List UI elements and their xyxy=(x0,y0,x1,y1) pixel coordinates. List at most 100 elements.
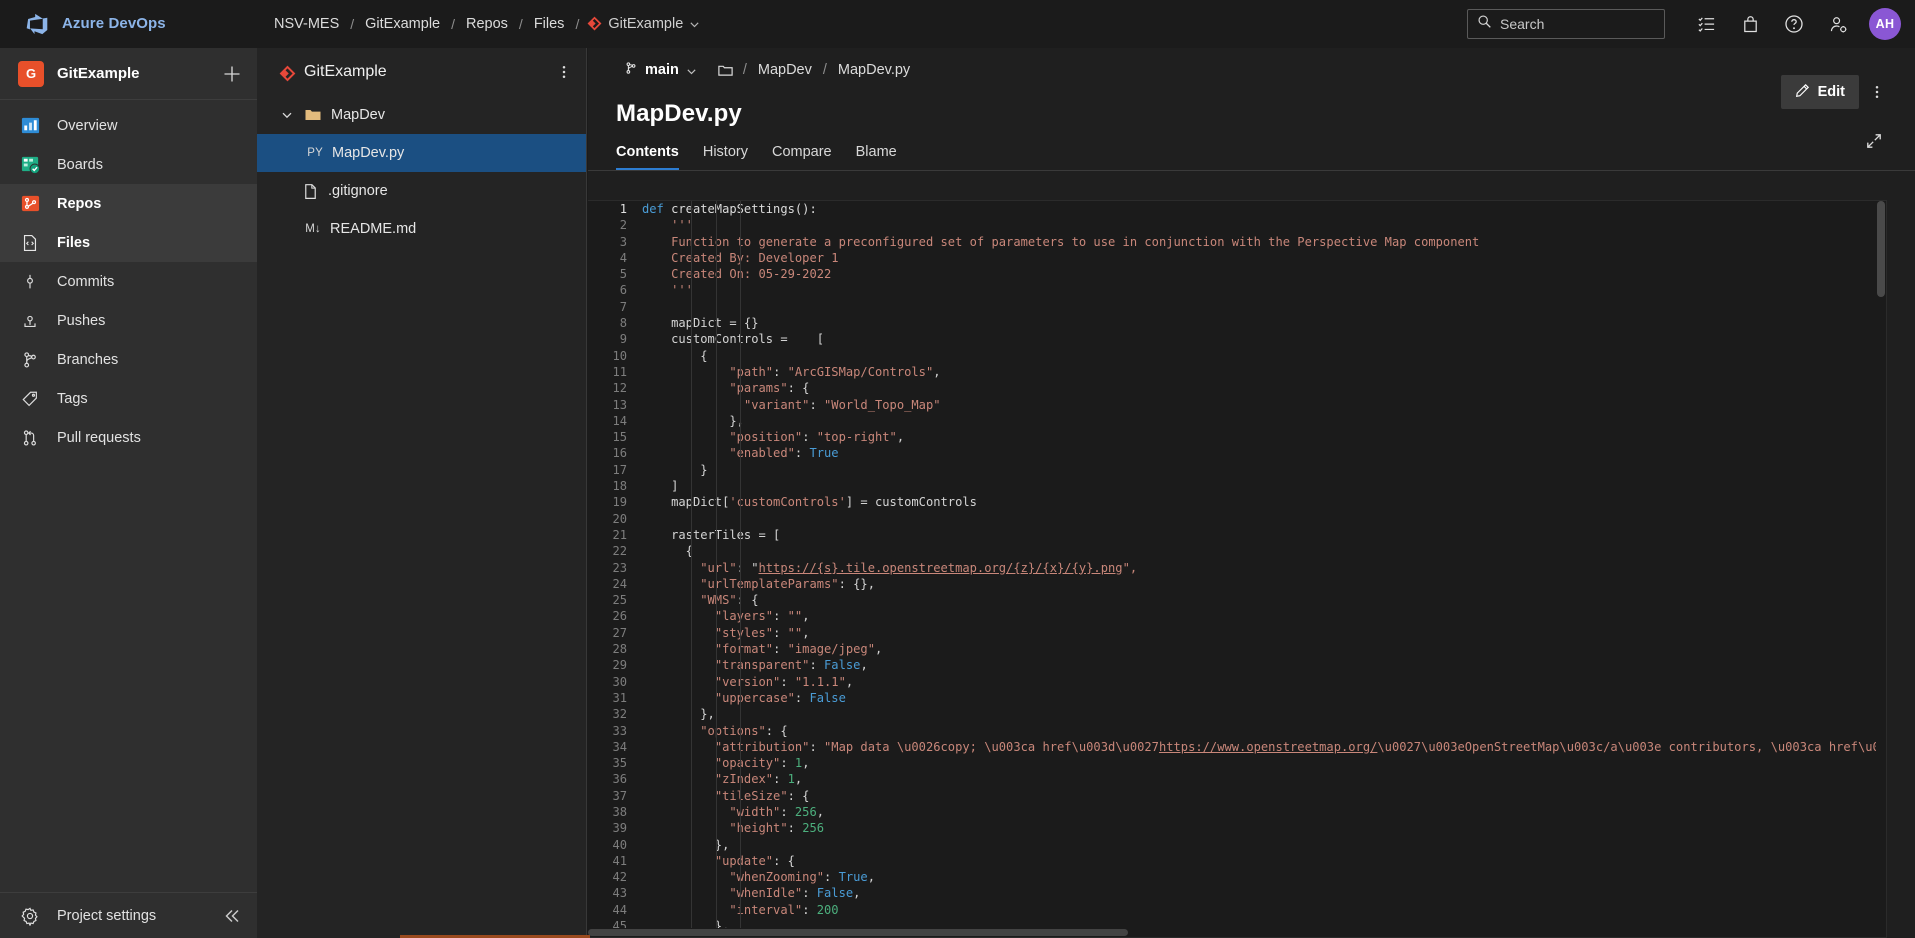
tree-node-label: README.md xyxy=(330,221,416,237)
line-number: 9 xyxy=(588,331,636,347)
sidebar-item-pushes[interactable]: Pushes xyxy=(0,301,257,340)
tab-contents[interactable]: Contents xyxy=(616,138,691,170)
file-view-tabs: Contents History Compare Blame xyxy=(588,138,1915,171)
line-content: "position": "top-right", xyxy=(636,429,904,445)
sidebar-item-tags[interactable]: Tags xyxy=(0,379,257,418)
checklist-icon[interactable] xyxy=(1685,3,1727,45)
search-input[interactable]: Search xyxy=(1467,9,1665,39)
file-extension-badge: PY xyxy=(301,147,323,159)
line-number: 2 xyxy=(588,217,636,233)
code-token[interactable]: https://{s}.tile.openstreetmap.org/{z}/{… xyxy=(759,561,1123,575)
pull-requests-icon xyxy=(18,426,42,450)
code-token: "update" xyxy=(715,854,773,868)
sidebar-item-label: Commits xyxy=(57,274,114,290)
code-token xyxy=(642,854,715,868)
user-settings-icon[interactable] xyxy=(1817,3,1859,45)
breadcrumb-item-repos[interactable]: Repos xyxy=(457,12,517,36)
code-token: mapDict = {} xyxy=(642,316,759,330)
line-content: "enabled": True xyxy=(636,445,839,461)
folder-icon[interactable] xyxy=(717,62,734,79)
code-token: : xyxy=(802,430,817,444)
code-line: 37 "tileSize": { xyxy=(588,788,1886,804)
branch-selector[interactable]: main xyxy=(616,57,705,83)
code-horizontal-scrollbar[interactable] xyxy=(588,928,1876,937)
double-chevron-left-icon[interactable] xyxy=(221,905,243,927)
avatar[interactable]: AH xyxy=(1869,8,1901,40)
line-number: 19 xyxy=(588,494,636,510)
line-content: ''' xyxy=(636,282,693,298)
line-number: 31 xyxy=(588,690,636,706)
code-token[interactable]: https://www.openstreetmap.org/ xyxy=(1159,740,1377,754)
code-vertical-scrollbar[interactable] xyxy=(1876,201,1886,937)
line-number: 34 xyxy=(588,739,636,755)
path-crumb-file[interactable]: MapDev.py xyxy=(836,59,912,81)
code-line: 11 "path": "ArcGISMap/Controls", xyxy=(588,364,1886,380)
tree-node-file-gitignore[interactable]: .gitignore xyxy=(257,172,586,210)
file-tree-repo-name: GitExample xyxy=(304,63,542,81)
repo-selector[interactable]: GitExample xyxy=(581,12,706,36)
azure-devops-home-link[interactable]: Azure DevOps xyxy=(0,0,257,48)
code-viewer: 1def createMapSettings():2 '''3 Function… xyxy=(588,200,1915,938)
code-scroll-area[interactable]: 1def createMapSettings():2 '''3 Function… xyxy=(588,201,1886,937)
line-content: rasterTiles = [ xyxy=(636,527,780,543)
path-crumb-folder[interactable]: MapDev xyxy=(756,59,814,81)
code-token: : xyxy=(780,756,795,770)
tab-label: Compare xyxy=(772,144,832,160)
help-circle-icon[interactable] xyxy=(1773,3,1815,45)
file-icon xyxy=(301,182,319,200)
tab-history[interactable]: History xyxy=(691,138,760,170)
line-content: ] xyxy=(636,478,678,494)
code-token: "uppercase" xyxy=(715,691,795,705)
code-line: 43 "whenIdle": False, xyxy=(588,885,1886,901)
code-token: , xyxy=(897,430,904,444)
line-content: "opacity": 1, xyxy=(636,755,809,771)
code-vertical-scroll-thumb[interactable] xyxy=(1877,201,1885,297)
chevron-down-icon[interactable] xyxy=(279,107,295,123)
code-token: ] = customControls xyxy=(846,495,977,509)
code-line: 16 "enabled": True xyxy=(588,445,1886,461)
line-number: 20 xyxy=(588,511,636,527)
edit-button[interactable]: Edit xyxy=(1781,75,1859,109)
breadcrumb-item-files[interactable]: Files xyxy=(525,12,574,36)
more-vertical-icon[interactable] xyxy=(552,59,576,85)
tree-node-file-readme-md[interactable]: M↓ README.md xyxy=(257,210,586,248)
path-separator: / xyxy=(814,62,836,78)
tags-icon xyxy=(18,387,42,411)
sidebar-item-pull-requests[interactable]: Pull requests xyxy=(0,418,257,457)
sidebar-item-repos[interactable]: Repos xyxy=(0,184,257,223)
tree-node-folder-mapdev[interactable]: MapDev xyxy=(257,96,586,134)
sidebar-item-label: Pull requests xyxy=(57,430,141,446)
sidebar-item-boards[interactable]: Boards xyxy=(0,145,257,184)
shopping-bag-icon[interactable] xyxy=(1729,3,1771,45)
tab-compare[interactable]: Compare xyxy=(760,138,844,170)
code-token: "World_Topo_Map" xyxy=(824,398,941,412)
tab-blame[interactable]: Blame xyxy=(844,138,909,170)
code-line: 30 "version": "1.1.1", xyxy=(588,674,1886,690)
project-header[interactable]: G GitExample xyxy=(0,48,257,100)
sidebar-nav-list: Overview Boards Repos Files Commits xyxy=(0,100,257,892)
code-line: 29 "transparent": False, xyxy=(588,657,1886,673)
code-token: : xyxy=(773,365,788,379)
code-horizontal-scroll-thumb[interactable] xyxy=(588,929,1128,936)
line-number: 16 xyxy=(588,445,636,461)
code-token: , xyxy=(817,805,824,819)
sidebar-item-commits[interactable]: Commits xyxy=(0,262,257,301)
breadcrumb-item-organization[interactable]: NSV-MES xyxy=(265,12,348,36)
line-number: 29 xyxy=(588,657,636,673)
line-number: 12 xyxy=(588,380,636,396)
code-token: , xyxy=(860,658,867,672)
code-line: 21 rasterTiles = [ xyxy=(588,527,1886,543)
sidebar-item-files[interactable]: Files xyxy=(0,223,257,262)
code-token xyxy=(642,756,715,770)
code-token: Created On: 05-29-2022 xyxy=(642,267,831,281)
path-separator: / xyxy=(734,62,756,78)
add-new-button[interactable] xyxy=(221,63,243,85)
file-tree-nodes: MapDev PY MapDev.py .gitignore M↓ README… xyxy=(257,96,586,248)
tree-node-file-mapdev-py[interactable]: PY MapDev.py xyxy=(257,134,586,172)
sidebar-item-overview[interactable]: Overview xyxy=(0,106,257,145)
project-settings-button[interactable]: Project settings xyxy=(0,892,257,938)
line-number: 44 xyxy=(588,902,636,918)
more-vertical-icon[interactable] xyxy=(1863,76,1891,108)
sidebar-item-branches[interactable]: Branches xyxy=(0,340,257,379)
breadcrumb-item-project[interactable]: GitExample xyxy=(356,12,449,36)
